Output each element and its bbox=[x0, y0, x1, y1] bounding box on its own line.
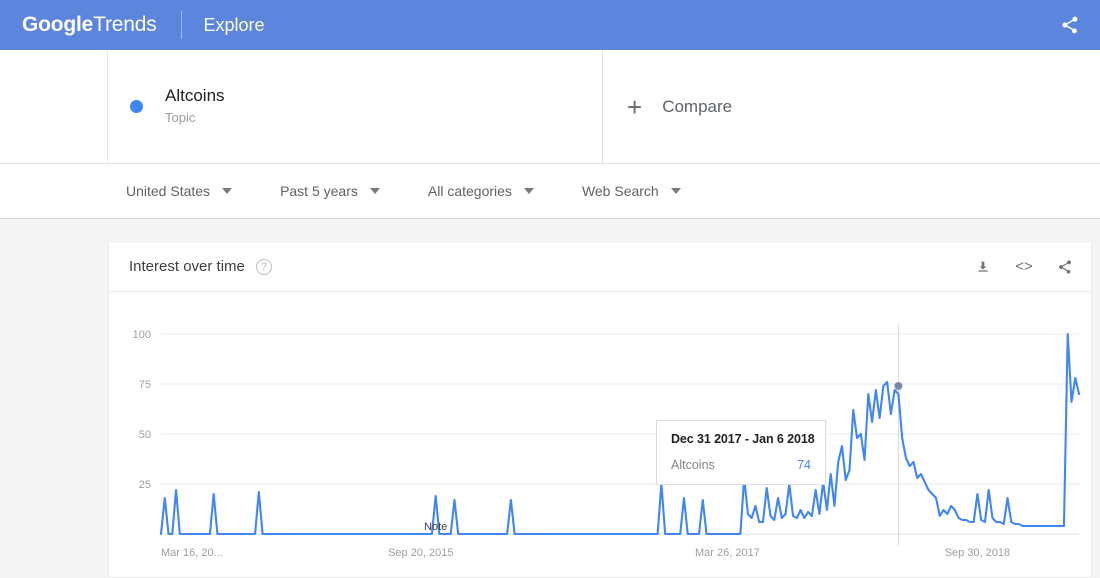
tooltip-date-range: Dec 31 2017 - Jan 6 2018 bbox=[671, 432, 811, 446]
filter-search-type-label: Web Search bbox=[582, 183, 659, 199]
x-axis-tick: Sep 30, 2018 bbox=[945, 547, 1010, 559]
search-term-card-0[interactable]: Altcoins Topic bbox=[108, 50, 603, 163]
add-compare-button[interactable]: + Compare bbox=[603, 50, 1100, 163]
filter-location-label: United States bbox=[126, 183, 210, 199]
nav-explore[interactable]: Explore bbox=[204, 15, 265, 36]
filter-category[interactable]: All categories bbox=[428, 183, 534, 199]
term-type: Topic bbox=[165, 108, 225, 128]
google-trends-logo[interactable]: GoogleTrends bbox=[22, 13, 157, 37]
download-icon[interactable] bbox=[973, 257, 993, 277]
logo-google: Google bbox=[22, 13, 93, 36]
terms-left-gutter bbox=[0, 50, 108, 163]
filters-bar: United States Past 5 years All categorie… bbox=[0, 164, 1100, 219]
filter-search-type[interactable]: Web Search bbox=[582, 183, 681, 199]
highlighted-data-point bbox=[894, 382, 902, 390]
chevron-down-icon bbox=[524, 188, 534, 194]
filter-time-range-label: Past 5 years bbox=[280, 183, 358, 199]
y-axis-tick: 75 bbox=[139, 379, 151, 391]
header-divider bbox=[181, 11, 182, 39]
chevron-down-icon bbox=[370, 188, 380, 194]
card-header: Interest over time ? <> bbox=[109, 242, 1091, 292]
interest-over-time-card: Interest over time ? <> 25507 bbox=[108, 241, 1092, 578]
embed-icon[interactable]: <> bbox=[1014, 257, 1034, 277]
chevron-down-icon bbox=[671, 188, 681, 194]
chart-note-annotation: Note bbox=[424, 521, 447, 533]
help-icon[interactable]: ? bbox=[256, 259, 272, 275]
x-axis-tick: Mar 26, 2017 bbox=[695, 547, 760, 559]
y-axis-tick: 50 bbox=[139, 429, 151, 441]
plus-icon: + bbox=[627, 94, 642, 120]
embed-glyph: <> bbox=[1015, 258, 1033, 275]
interest-over-time-chart[interactable]: 25 50 75 100 Mar 16, 20... Sep 20, 2015 Mar 26… bbox=[109, 292, 1091, 578]
y-axis-tick: 100 bbox=[133, 329, 151, 341]
logo-trends: Trends bbox=[93, 13, 156, 36]
card-actions: <> bbox=[973, 257, 1075, 277]
x-axis-tick: Sep 20, 2015 bbox=[388, 547, 453, 559]
y-axis-tick: 25 bbox=[139, 479, 151, 491]
tooltip-value: 74 bbox=[797, 458, 811, 472]
tooltip-series-name: Altcoins bbox=[671, 458, 715, 472]
share-icon[interactable] bbox=[1056, 11, 1084, 39]
filter-time-range[interactable]: Past 5 years bbox=[280, 183, 380, 199]
term-name: Altcoins bbox=[165, 85, 225, 107]
chevron-down-icon bbox=[222, 188, 232, 194]
card-title: Interest over time bbox=[129, 258, 245, 275]
share-icon[interactable] bbox=[1055, 257, 1075, 277]
chart-tooltip: Dec 31 2017 - Jan 6 2018 Altcoins 74 bbox=[656, 420, 826, 485]
x-axis-tick: Mar 16, 20... bbox=[161, 547, 223, 559]
chart-area[interactable]: 25 50 75 100 Mar 16, 20... Sep 20, 2015 Mar 26… bbox=[109, 292, 1091, 578]
compare-label: Compare bbox=[662, 97, 732, 117]
search-terms-row: Altcoins Topic + Compare bbox=[0, 50, 1100, 164]
app-header: GoogleTrends Explore bbox=[0, 0, 1100, 50]
page-body: Interest over time ? <> 25507 bbox=[0, 219, 1100, 578]
term-color-dot bbox=[130, 100, 143, 113]
filter-category-label: All categories bbox=[428, 183, 512, 199]
filter-location[interactable]: United States bbox=[126, 183, 232, 199]
